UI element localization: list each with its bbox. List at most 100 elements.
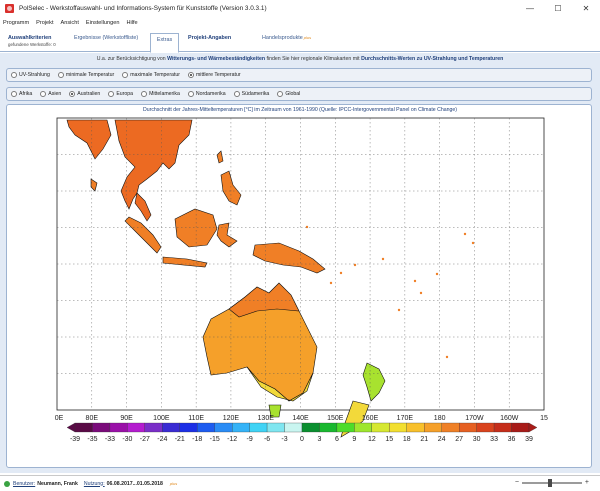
tab-handelsprodukte[interactable]: Handelsprodukteplus [258, 32, 315, 52]
radio-button-icon[interactable] [11, 91, 17, 97]
colorbar-segment [354, 422, 372, 433]
usage-label[interactable]: Nutzung: [84, 481, 105, 487]
region-option-5[interactable]: Nordamerika [187, 91, 226, 97]
island-7 [445, 355, 449, 359]
menu-einstellungen[interactable]: Einstellungen [86, 20, 120, 26]
region-option-1[interactable]: Asien [40, 91, 61, 97]
colorbar-segment [441, 422, 460, 433]
island-11 [305, 225, 309, 229]
app-logo-icon [5, 3, 14, 13]
longitude-label: 180 [434, 415, 446, 422]
region-option-2[interactable]: Australien [69, 91, 100, 97]
radio-button-icon[interactable] [11, 72, 17, 78]
island-4 [419, 291, 423, 295]
longitude-label: 140E [292, 415, 309, 422]
radio-button-icon[interactable] [40, 91, 47, 97]
tab-handelsprodukte-label: Handelsprodukte [262, 35, 303, 41]
measure-option-0[interactable]: UV-Strahlung [11, 72, 50, 78]
colorbar-label: -21 [175, 436, 185, 443]
colorbar-segment [424, 422, 442, 433]
region-option-4[interactable]: Mittelamerika [141, 91, 180, 97]
region-option-label: Mittelamerika [149, 91, 180, 97]
info-bold-1: Witterungs- und Wärmebeständigkeiten [167, 56, 266, 62]
radio-button-icon[interactable] [141, 91, 148, 97]
region-option-6[interactable]: Südamerika [233, 91, 270, 97]
region-option-3[interactable]: Europa [108, 91, 133, 97]
radio-button-icon[interactable] [69, 91, 76, 97]
measure-option-1[interactable]: minimale Temperatur [57, 72, 115, 78]
longitude-label: 90E [120, 415, 133, 422]
measure-option-2[interactable]: maximale Temperatur [122, 72, 180, 78]
close-button[interactable]: ✕ [572, 0, 600, 16]
measure-option-3[interactable]: mittlere Temperatur [187, 72, 241, 78]
colorbar-segment [214, 422, 233, 433]
measure-option-label: UV-Strahlung [19, 72, 50, 78]
radio-button-icon[interactable] [187, 72, 194, 78]
maximize-button[interactable]: ☐ [544, 0, 572, 16]
found-materials-count: gefundene Werkstoffe: 0 [8, 42, 56, 47]
island-3 [413, 279, 417, 283]
measure-option-label: minimale Temperatur [65, 72, 115, 78]
radio-button-icon[interactable] [277, 91, 284, 97]
colorbar-segment [389, 422, 407, 433]
colorbar-segment [232, 422, 250, 433]
tab-auswahlkriterien[interactable]: Auswahlkriterien gefundene Werkstoffe: 0 [4, 32, 60, 52]
zoom-slider-thumb[interactable] [547, 479, 552, 487]
tab-bar: Auswahlkriterien gefundene Werkstoffe: 0… [0, 30, 600, 53]
user-label[interactable]: Benutzer: [13, 481, 35, 487]
colorbar-label: 0 [300, 436, 304, 443]
region-option-7[interactable]: Global [277, 91, 300, 97]
zoom-control: − + [512, 479, 592, 487]
minimize-button[interactable]: — [516, 0, 544, 16]
region-option-label: Europa [116, 91, 134, 97]
colorbar-label: 39 [525, 436, 533, 443]
colorbar-label: -9 [246, 436, 252, 443]
longitude-label: 0E [55, 415, 64, 422]
status-bar: Benutzer: Neumann, Frank Nutzung: 06.08.… [0, 475, 600, 491]
longitude-label: 160E [362, 415, 379, 422]
radio-button-icon[interactable] [233, 91, 240, 97]
longitude-label: 170E [397, 415, 414, 422]
usage-value: 06.08.2017...01.05.2018 [106, 480, 163, 487]
online-status-icon [4, 480, 10, 487]
colorbar-label: -35 [87, 436, 97, 443]
radio-button-icon[interactable] [122, 72, 129, 78]
island-6 [397, 308, 401, 312]
colorbar-label: 12 [368, 436, 376, 443]
window-title: PolSelec - Werkstoffauswahl- und Informa… [19, 4, 267, 12]
colorbar-arrow-left [66, 422, 76, 433]
region-option-label: Südamerika [241, 91, 270, 97]
colorbar-segment [74, 422, 93, 433]
colorbar-label: 27 [455, 436, 463, 443]
colorbar-label: -3 [281, 436, 287, 443]
colorbar-segment [336, 422, 355, 433]
longitude-label: 110E [188, 415, 204, 422]
radio-button-icon[interactable] [108, 91, 115, 97]
radio-button-icon[interactable] [57, 72, 64, 78]
window-controls: — ☐ ✕ [516, 0, 600, 16]
title-bar: PolSelec - Werkstoffauswahl- und Informa… [0, 0, 600, 16]
colorbar-segment [406, 422, 425, 433]
menu-programm[interactable]: Programm [3, 20, 29, 26]
colorbar-label: 18 [403, 436, 411, 443]
colorbar-segment [179, 422, 198, 433]
colorbar-segment [371, 422, 390, 433]
region-option-label: Afrika [19, 91, 33, 97]
zoom-out-button[interactable]: − [515, 479, 519, 486]
zoom-slider[interactable] [521, 479, 582, 487]
longitude-label: 15 [540, 415, 548, 422]
tab-projekt-angaben[interactable]: Projekt-Angaben [184, 32, 235, 52]
colorbar-label: -18 [192, 436, 202, 443]
island-8 [329, 281, 333, 285]
info-middle: finden Sie hier regionale Klimakarten mi… [265, 56, 362, 62]
zoom-in-button[interactable]: + [585, 479, 589, 486]
region-radio-group: Afrika Asien Australien Europa Mittelamerika… [6, 87, 592, 101]
menu-ansicht[interactable]: Ansicht [61, 20, 79, 26]
tab-ergebnisse[interactable]: Ergebnisse (Werkstoffliste) [70, 32, 142, 52]
tab-extras[interactable]: Extras [150, 33, 179, 53]
menu-hilfe[interactable]: Hilfe [126, 20, 137, 26]
radio-button-icon[interactable] [187, 91, 194, 97]
colorbar-segment [197, 422, 215, 433]
region-option-0[interactable]: Afrika [11, 91, 32, 97]
menu-projekt[interactable]: Projekt [36, 20, 53, 26]
